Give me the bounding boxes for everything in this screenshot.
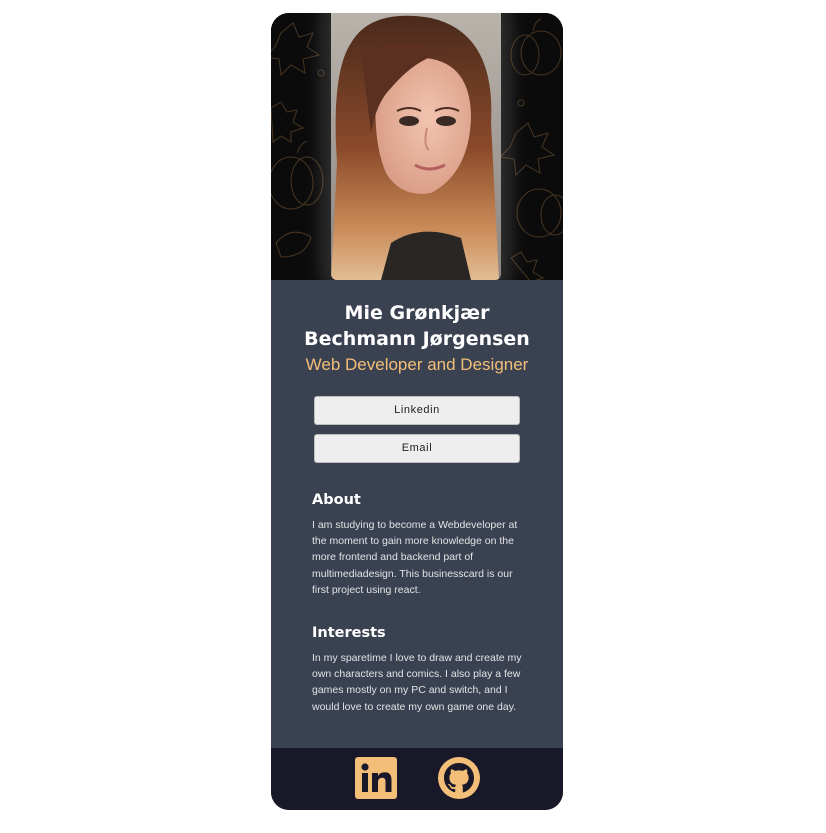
profile-photo-banner <box>271 13 563 280</box>
about-section: About I am studying to become a Webdevel… <box>312 491 522 598</box>
social-footer <box>271 748 563 810</box>
business-card: Mie Grønkjær Bechmann Jørgensen Web Deve… <box>271 13 563 810</box>
linkedin-icon[interactable] <box>355 757 397 799</box>
linkedin-button[interactable]: Linkedin <box>314 396 520 425</box>
profile-title: Web Developer and Designer <box>305 355 529 374</box>
portrait-illustration <box>331 13 501 280</box>
email-button[interactable]: Email <box>314 434 520 463</box>
about-heading: About <box>312 492 361 508</box>
github-icon[interactable] <box>438 757 480 799</box>
profile-name: Mie Grønkjær Bechmann Jørgensen <box>304 302 530 350</box>
interests-section: Interests In my sparetime I love to draw… <box>312 624 522 715</box>
card-body: Mie Grønkjær Bechmann Jørgensen Web Deve… <box>271 280 563 715</box>
profile-portrait <box>331 13 501 280</box>
interests-text: In my sparetime I love to draw and creat… <box>312 652 522 713</box>
about-text: I am studying to become a Webdeveloper a… <box>312 519 518 596</box>
interests-heading: Interests <box>312 625 386 642</box>
